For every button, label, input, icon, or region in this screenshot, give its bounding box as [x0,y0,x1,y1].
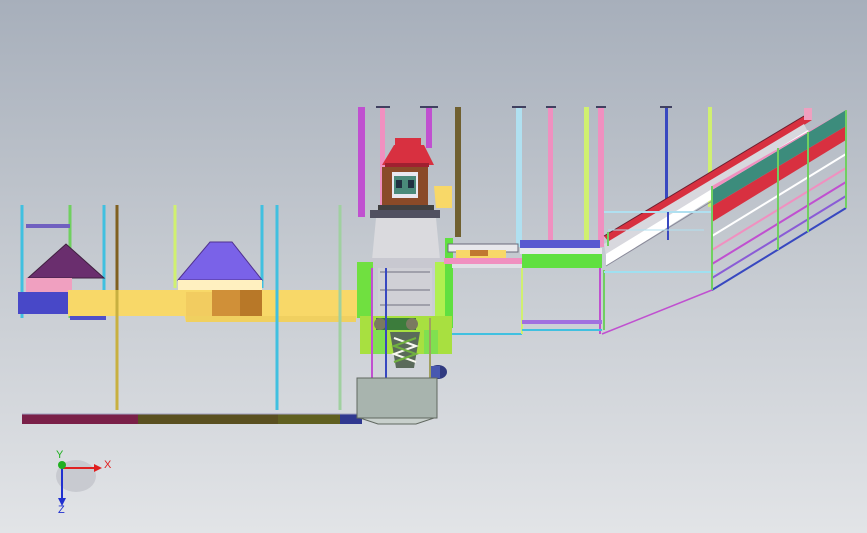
central-machine-tower[interactable] [356,138,453,425]
y-axis-label: Y [56,449,64,461]
y-axis-marker [58,461,66,469]
floor-base-beam [22,413,362,424]
center-hopper-station[interactable] [173,205,264,290]
cad-viewport[interactable]: X Y Z [0,0,867,533]
assembly-model[interactable] [0,0,867,533]
x-axis-arrow [94,464,102,472]
z-axis-label: Z [58,504,65,516]
main-conveyor[interactable] [68,290,360,322]
coordinate-triad [56,460,102,506]
x-axis-label: X [104,459,112,471]
transfer-conveyor[interactable] [444,243,524,335]
